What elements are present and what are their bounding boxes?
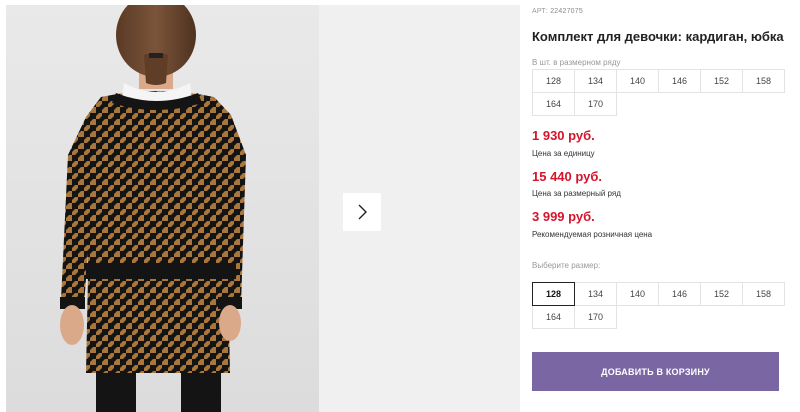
size-option[interactable]: 134 (574, 282, 617, 306)
product-title: Комплект для девочки: кардиган, юбка (532, 29, 784, 44)
product-info: АРТ: 22427075 Комплект для девочки: кард… (532, 0, 800, 412)
row-size-cell: 164 (532, 92, 575, 116)
article-prefix: АРТ: (532, 8, 549, 15)
row-size-cell: 170 (574, 92, 617, 116)
row-sizes-grid: 128 134 140 146 152 158 164 170 (532, 69, 785, 116)
row-size-cell: 158 (742, 69, 785, 93)
row-price-label: Цена за размерный ряд (532, 189, 621, 198)
article-number: АРТ: 22427075 (532, 8, 583, 15)
retail-price: 3 999 руб. (532, 209, 595, 224)
size-option-selected[interactable]: 128 (532, 282, 575, 306)
row-price: 15 440 руб. (532, 169, 603, 184)
row-size-cell: 140 (616, 69, 659, 93)
row-sizes-label: В шт. в размерном ряду (532, 58, 621, 67)
product-gallery (0, 0, 520, 412)
row-size-cell: 134 (574, 69, 617, 93)
size-option[interactable]: 146 (658, 282, 701, 306)
girl-in-houndstooth-set-image (6, 5, 319, 412)
unit-price: 1 930 руб. (532, 128, 595, 143)
chevron-right-icon (358, 204, 367, 220)
size-option[interactable]: 152 (700, 282, 743, 306)
gallery-next-button[interactable] (343, 193, 381, 231)
row-size-cell: 146 (658, 69, 701, 93)
size-option[interactable]: 158 (742, 282, 785, 306)
size-option[interactable]: 140 (616, 282, 659, 306)
row-size-cell: 128 (532, 69, 575, 93)
row-size-cell: 152 (700, 69, 743, 93)
retail-price-label: Рекомендуемая розничная цена (532, 230, 653, 239)
product-photo (6, 5, 319, 412)
article-value: 22427075 (550, 8, 583, 15)
size-select-label: Выберите размер: (532, 261, 601, 270)
add-to-cart-button[interactable]: ДОБАВИТЬ В КОРЗИНУ (532, 352, 779, 391)
unit-price-label: Цена за единицу (532, 149, 595, 158)
size-option[interactable]: 164 (532, 305, 575, 329)
size-selector: 128 134 140 146 152 158 164 170 (532, 282, 785, 329)
size-option[interactable]: 170 (574, 305, 617, 329)
